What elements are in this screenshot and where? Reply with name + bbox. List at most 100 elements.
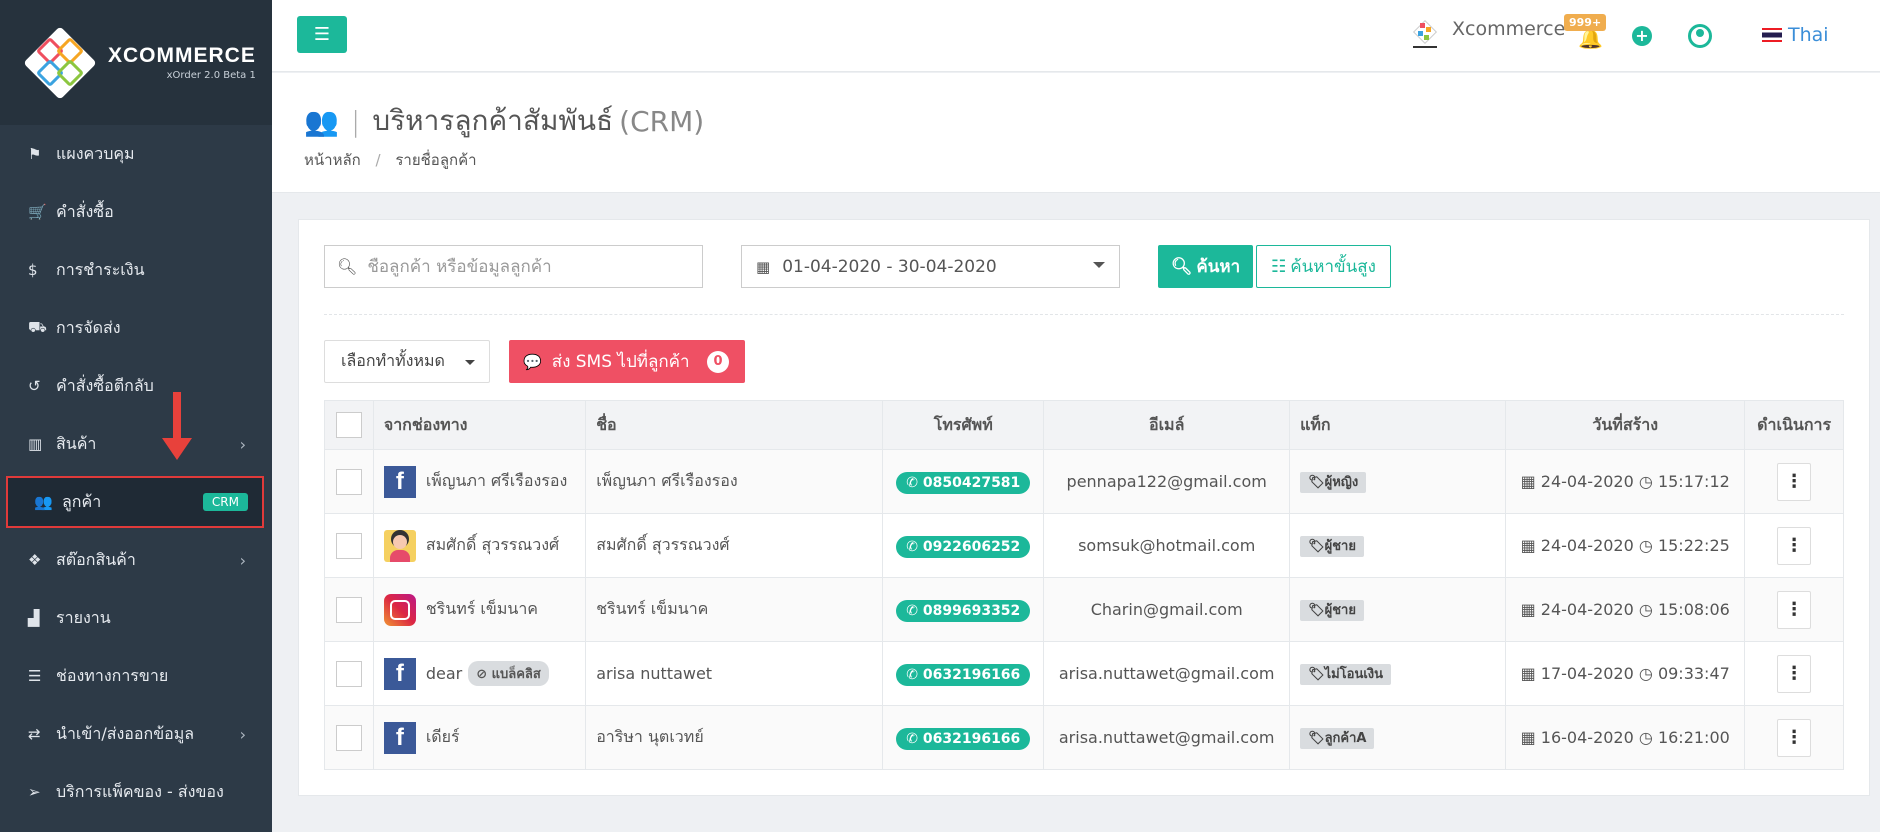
brand[interactable]: XCOMMERCE xOrder 2.0 Beta 1 — [0, 0, 272, 125]
sidebar-item-truck[interactable]: ⛟ การจัดส่ง — [0, 299, 272, 357]
bar-chart-icon: ▟ — [28, 609, 40, 627]
select-all-checkbox[interactable] — [335, 412, 362, 438]
channel-cell: f เพ็ญนภา ศรีเรืองรอง — [372, 449, 587, 514]
phone-badge[interactable]: ✆ 0632196166 — [896, 664, 1031, 686]
tag-badge: 🏷︎ผู้ชาย — [1300, 600, 1364, 621]
header-created: วันที่สร้าง — [1505, 400, 1746, 450]
row-checkbox[interactable] — [335, 596, 362, 623]
search-icon: 🔍︎ — [1170, 256, 1193, 277]
bulk-action-dropdown[interactable]: เลือกทำทั้งหมด — [324, 340, 490, 383]
phone-badge[interactable]: ✆ 0632196166 — [896, 728, 1031, 750]
send-sms-button[interactable]: 💬 ส่ง SMS ไปที่ลูกค้า 0 — [509, 340, 745, 383]
users-icon: 👥 — [34, 493, 53, 511]
shop-name[interactable]: Xcommerce — [1452, 18, 1565, 40]
caret-down-icon — [465, 360, 475, 365]
phone-cell: ✆ 0899693352 — [882, 577, 1045, 642]
advanced-search-label: ค้นหาขั้นสูง — [1290, 257, 1376, 277]
sidebar-item-users[interactable]: 👥 ลูกค้า CRM — [6, 476, 264, 528]
created-cell: ▦ 17-04-2020 ◷ 09:33:47 — [1505, 641, 1746, 706]
name-cell[interactable]: สมศักดิ์ สุวรรณวงศ์ — [585, 513, 884, 578]
channel-name: ชรินทร์ เข็มนาค — [425, 599, 539, 618]
facebook-icon: f — [383, 721, 416, 754]
sidebar-item-cart[interactable]: 🛒 คำสั่งซื้อ — [0, 183, 272, 241]
language-selector[interactable]: Thai — [1762, 24, 1829, 46]
name-cell[interactable]: arisa nuttawet — [585, 641, 884, 706]
sidebar-item-barcode[interactable]: ▥ สินค้า › — [0, 415, 272, 473]
notification-badge: 999+ — [1564, 14, 1607, 31]
name-cell[interactable]: เพ็ญนภา ศรีเรืองรอง — [585, 449, 884, 514]
phone-badge[interactable]: ✆ 0850427581 — [896, 472, 1031, 494]
chevron-right-icon: › — [239, 550, 246, 570]
calendar-icon: ▦ — [1520, 536, 1536, 555]
search-input[interactable] — [367, 256, 688, 277]
table-body: f เพ็ญนภา ศรีเรืองรอง เพ็ญนภา ศรีเรืองรอง ✆… — [324, 449, 1844, 770]
red-arrow-annotation — [173, 392, 181, 442]
email-cell: arisa.nuttawet@gmail.com — [1043, 705, 1291, 770]
name-cell[interactable]: อาริษา นุตเวทย์ — [585, 705, 884, 770]
phone-badge[interactable]: ✆ 0899693352 — [896, 600, 1031, 622]
row-checkbox[interactable] — [335, 660, 362, 687]
more-actions-button[interactable]: ⋮ — [1777, 654, 1812, 693]
customer-table: จากช่องทาง ชื่อ โทรศัพท์ อีเมล์ แท็ก วัน… — [324, 400, 1844, 770]
facebook-icon: f — [383, 465, 416, 498]
sidebar-toggle-button[interactable]: ☰ — [297, 16, 347, 53]
tag-badge: 🏷︎ผู้หญิง — [1300, 472, 1367, 493]
clock-icon: ◷ — [1638, 536, 1653, 555]
sidebar-item-label: ช่องทางการขาย — [56, 665, 169, 685]
tag-cell: 🏷︎ผู้หญิง — [1289, 449, 1507, 514]
created-date: 16-04-2020 — [1540, 728, 1634, 747]
row-checkbox[interactable] — [335, 468, 362, 495]
menu-toggle-icon: ☰ — [313, 24, 331, 45]
search-icon: 🔍︎ — [337, 257, 358, 276]
row-checkbox[interactable] — [335, 532, 362, 559]
created-date: 24-04-2020 — [1540, 600, 1634, 619]
brand-name: XCOMMERCE — [108, 44, 256, 67]
sidebar-item-bar-chart[interactable]: ▟ รายงาน — [0, 589, 272, 647]
more-actions-button[interactable]: ⋮ — [1777, 590, 1812, 629]
sidebar-item-exchange[interactable]: ⇄ นำเข้า/ส่งออกข้อมูล › — [0, 705, 272, 763]
header-name: ชื่อ — [585, 400, 884, 450]
actions-cell: ⋮ — [1744, 641, 1844, 706]
more-actions-button[interactable]: ⋮ — [1777, 462, 1812, 501]
sidebar-item-send[interactable]: ➢ บริการแพ็คของ - ส่งของ — [0, 763, 272, 821]
bulk-action-label: เลือกทำทั้งหมด — [341, 351, 445, 370]
sidebar-item-list[interactable]: ☰ ช่องทางการขาย — [0, 647, 272, 705]
advanced-search-button[interactable]: ☷ ค้นหาขั้นสูง — [1256, 245, 1391, 288]
sidebar-item-cubes[interactable]: ❖ สต๊อกสินค้า › — [0, 531, 272, 589]
page-title-suffix: (CRM) — [619, 104, 705, 138]
more-actions-button[interactable]: ⋮ — [1777, 526, 1812, 565]
phone-badge[interactable]: ✆ 0922606252 — [896, 536, 1031, 558]
header-tag: แท็ก — [1289, 400, 1507, 450]
user-account-icon[interactable] — [1688, 24, 1712, 48]
caret-down-icon — [1093, 262, 1105, 268]
channel-cell: f เดียร์ — [372, 705, 587, 770]
row-checkbox[interactable] — [335, 724, 362, 751]
undo-icon: ↺ — [28, 377, 41, 395]
sidebar-item-label: สต๊อกสินค้า — [56, 549, 136, 569]
page-title: 👥 | บริหารลูกค้าสัมพันธ์ (CRM) — [304, 99, 704, 143]
clock-icon: ◷ — [1638, 728, 1653, 747]
send-icon: ➢ — [28, 783, 41, 801]
sidebar-item-dollar[interactable]: $ การชำระเงิน — [0, 241, 272, 299]
header-email: อีเมล์ — [1043, 400, 1291, 450]
name-cell[interactable]: ชรินทร์ เข็มนาค — [585, 577, 884, 642]
sidebar-item-undo[interactable]: ↺ คำสั่งซื้อตีกลับ — [0, 357, 272, 415]
row-select-cell — [324, 641, 374, 706]
crm-badge: CRM — [202, 493, 248, 511]
send-sms-label: ส่ง SMS ไปที่ลูกค้า — [551, 352, 690, 372]
breadcrumb-home[interactable]: หน้าหลัก — [304, 151, 361, 169]
table-header-row: จากช่องทาง ชื่อ โทรศัพท์ อีเมล์ แท็ก วัน… — [324, 400, 1844, 450]
flag-icon: ⚑ — [28, 145, 42, 163]
clock-icon: ◷ — [1638, 600, 1653, 619]
add-icon[interactable]: + — [1632, 26, 1652, 46]
search-button[interactable]: 🔍︎ ค้นหา — [1158, 245, 1253, 288]
sidebar-menu: ⚑ แผงควบคุม 🛒 คำสั่งซื้อ $ การชำระเงิน ⛟ การจัด… — [0, 125, 272, 821]
sidebar-item-label: แผงควบคุม — [56, 143, 135, 163]
brand-version: xOrder 2.0 Beta 1 — [166, 70, 256, 81]
date-range-picker[interactable]: ▦ 01-04-2020 - 30-04-2020 — [741, 245, 1120, 288]
sidebar-item-flag[interactable]: ⚑ แผงควบคุม — [0, 125, 272, 183]
more-actions-button[interactable]: ⋮ — [1777, 718, 1812, 757]
table-row: f dear ⊘ แบล็คลิส arisa nuttawet ✆ 063219616… — [324, 641, 1844, 706]
created-date: 24-04-2020 — [1540, 472, 1634, 491]
channel-name: dear — [425, 664, 463, 683]
